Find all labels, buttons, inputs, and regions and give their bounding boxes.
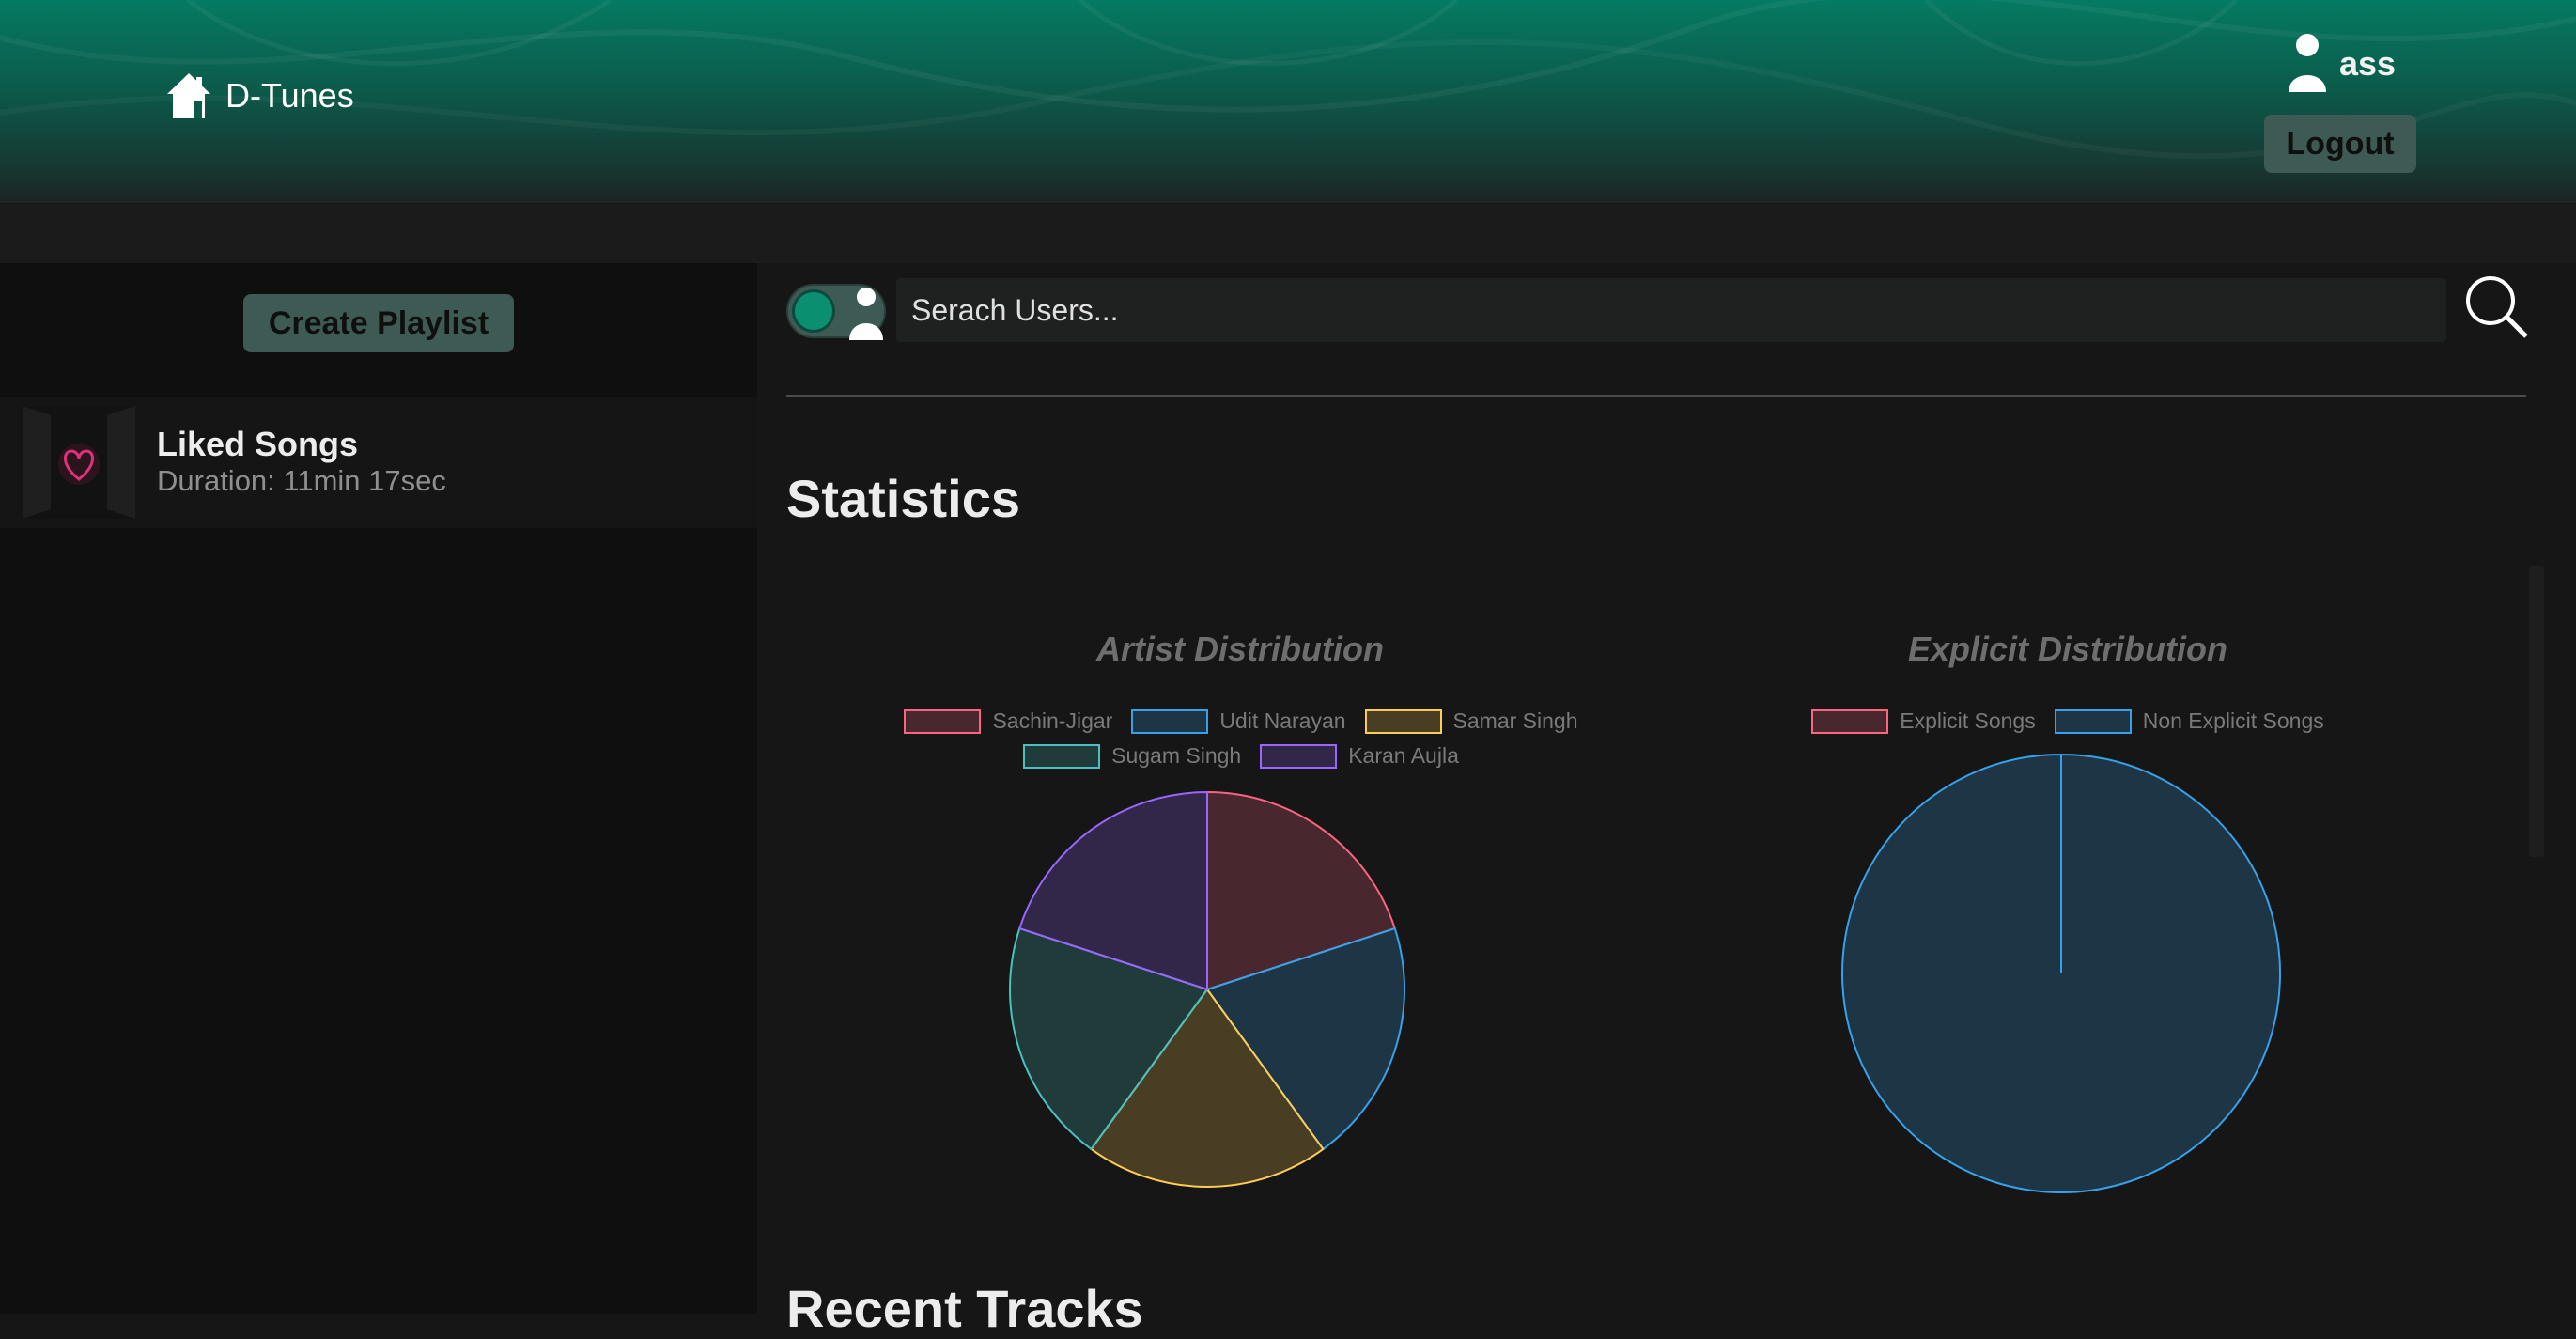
header-wave-pattern: [0, 0, 2576, 160]
artist-distribution-pie: [1009, 790, 1405, 1189]
legend-swatch: [1811, 708, 1889, 734]
scrollbar[interactable]: [2529, 566, 2544, 857]
legend-item[interactable]: Explicit Songs: [1811, 708, 2036, 734]
legend-label: Sachin-Jigar: [992, 708, 1113, 733]
legend-swatch: [1131, 708, 1209, 734]
main-content: Statistics Artist Distribution Sachin-Ji…: [757, 263, 2576, 1338]
user-profile[interactable]: ass: [2285, 32, 2396, 96]
legend-label: Non Explicit Songs: [2142, 708, 2324, 733]
explicit-chart-legend: Explicit Songs Non Explicit Songs: [1744, 708, 2392, 734]
header-spacer: [0, 204, 2576, 263]
pie-slice[interactable]: [1840, 753, 2281, 1193]
logout-button[interactable]: Logout: [2264, 115, 2416, 173]
divider: [786, 395, 2526, 397]
brand-name: D-Tunes: [225, 76, 354, 115]
legend-label: Sugam Singh: [1111, 743, 1242, 768]
recent-tracks-title: Recent Tracks: [786, 1279, 1143, 1338]
legend-item[interactable]: Sachin-Jigar: [904, 708, 1112, 734]
playlist-duration: Duration: 11min 17sec: [157, 464, 446, 497]
legend-item[interactable]: Samar Singh: [1364, 708, 1578, 734]
legend-swatch: [1023, 743, 1101, 769]
explicit-chart-title: Explicit Distribution: [1907, 630, 2227, 668]
legend-item[interactable]: Udit Narayan: [1131, 708, 1346, 734]
legend-swatch: [1364, 708, 1442, 734]
create-playlist-button[interactable]: Create Playlist: [243, 294, 514, 352]
legend-label: Udit Narayan: [1219, 708, 1346, 733]
explicit-distribution-pie: [1840, 753, 2281, 1193]
home-icon: [167, 73, 210, 118]
user-icon: [2289, 34, 2326, 92]
legend-label: Samar Singh: [1452, 708, 1578, 733]
legend-label: Explicit Songs: [1900, 708, 2036, 733]
sidebar: Create Playlist Liked Songs Duration: 11…: [0, 263, 757, 1314]
legend-label: Karan Aujla: [1348, 743, 1459, 768]
artist-chart-title: Artist Distribution: [1096, 630, 1384, 668]
legend-swatch: [904, 708, 982, 734]
legend-item[interactable]: Karan Aujla: [1260, 743, 1459, 769]
playlist-thumbnail: [23, 406, 135, 519]
person-icon: [849, 288, 883, 340]
artist-chart-legend: Sachin-Jigar Udit Narayan Samar Singh Sugam…: [851, 708, 1631, 769]
playlist-item-liked-songs[interactable]: Liked Songs Duration: 11min 17sec: [0, 397, 757, 528]
statistics-title: Statistics: [786, 469, 1020, 528]
search-mode-toggle[interactable]: [786, 284, 886, 340]
legend-item[interactable]: Non Explicit Songs: [2054, 708, 2324, 734]
user-name: ass: [2339, 44, 2397, 83]
playlist-title: Liked Songs: [157, 425, 359, 463]
search-icon[interactable]: [2462, 272, 2532, 342]
legend-swatch: [2054, 708, 2132, 734]
toggle-knob: [792, 289, 835, 333]
header: D-Tunes ass Logout: [0, 0, 2576, 203]
legend-swatch: [1260, 743, 1338, 769]
brand-home-link[interactable]: D-Tunes: [165, 71, 354, 120]
legend-item[interactable]: Sugam Singh: [1023, 743, 1241, 769]
heart-neon-icon: [23, 406, 135, 519]
search-input[interactable]: [896, 278, 2446, 342]
